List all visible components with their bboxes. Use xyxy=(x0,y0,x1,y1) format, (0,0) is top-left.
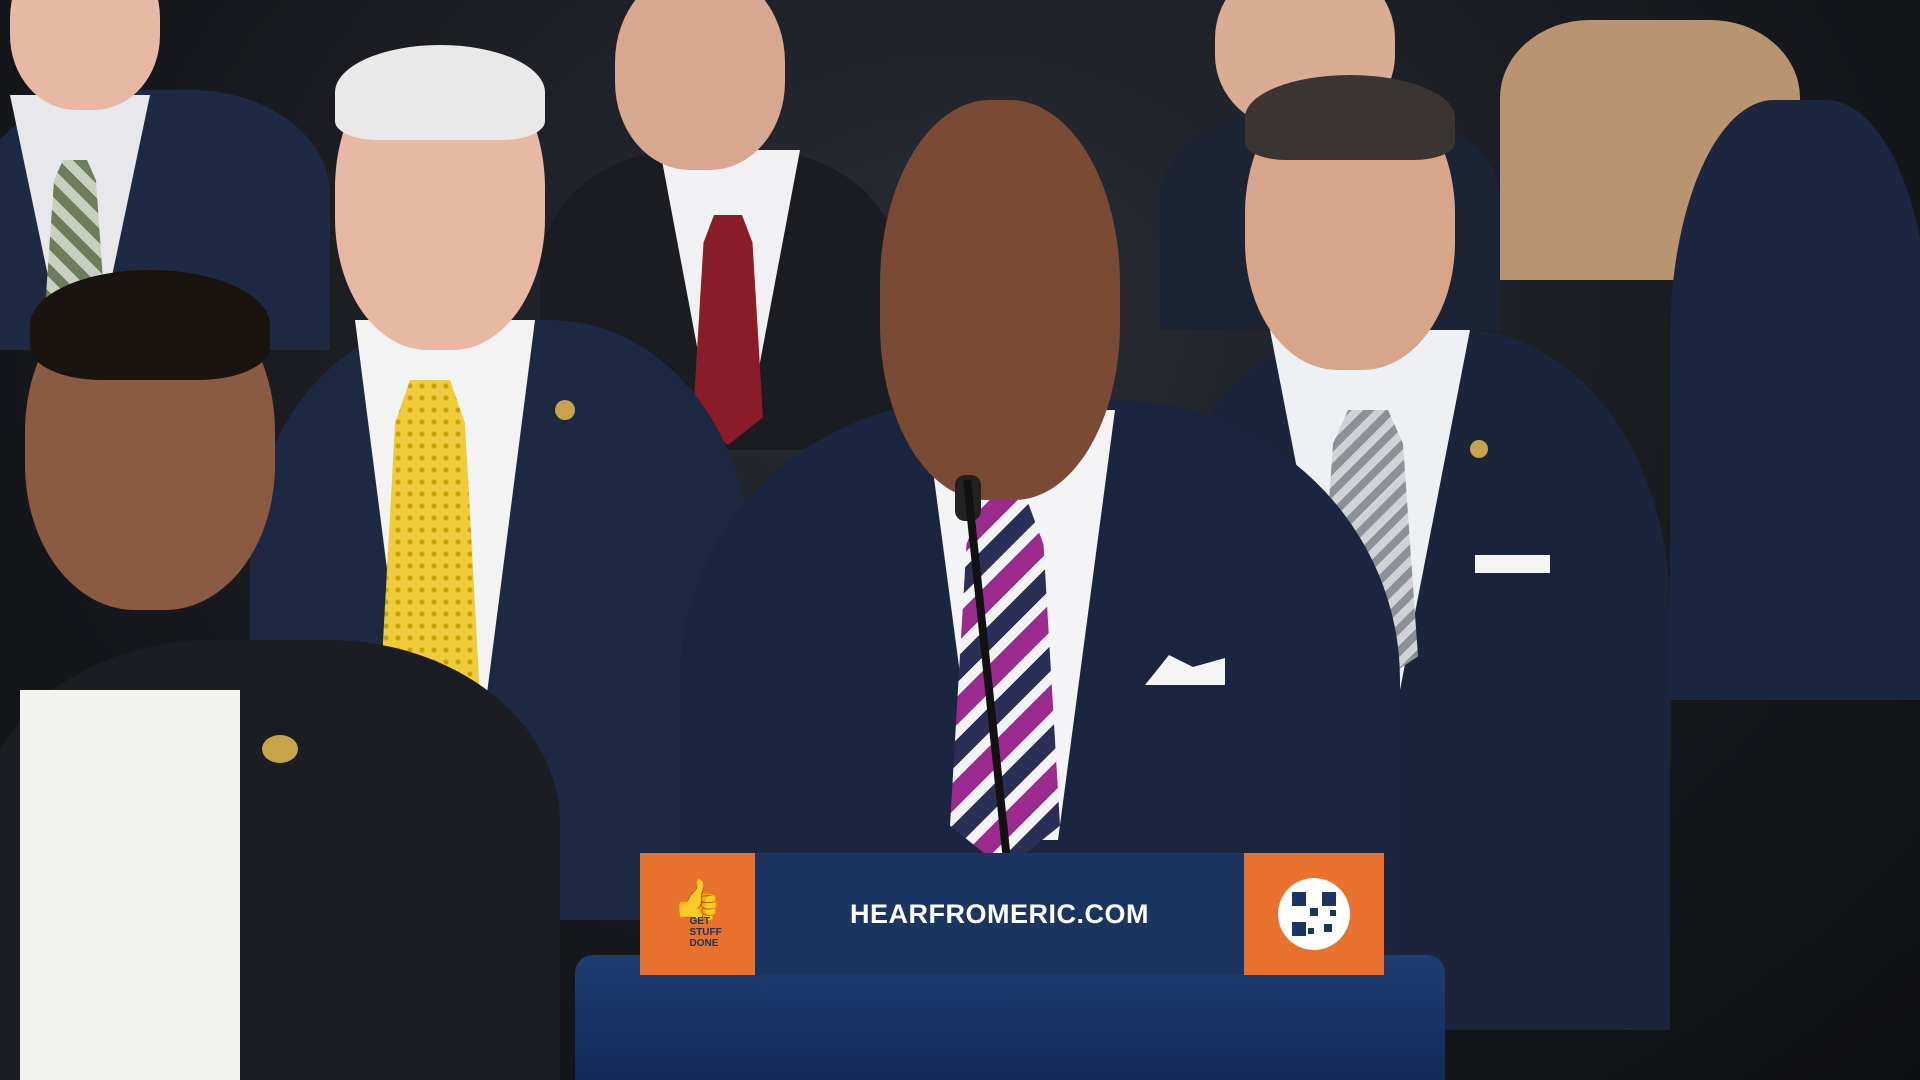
logo-text: GET STUFF DONE xyxy=(689,915,722,949)
get-stuff-done-logo: 👍 GET STUFF DONE xyxy=(640,853,755,975)
press-conference-scene: 👍 GET STUFF DONE HEARFROMERIC.COM xyxy=(0,0,1920,1080)
podium-banner: 👍 GET STUFF DONE HEARFROMERIC.COM xyxy=(640,853,1384,975)
qr-code-icon xyxy=(1278,878,1350,950)
podium-url: HEARFROMERIC.COM xyxy=(850,898,1149,929)
qr-badge xyxy=(1244,853,1384,975)
thumbs-up-icon: 👍 xyxy=(672,877,723,922)
officer-front-left xyxy=(0,270,560,1080)
